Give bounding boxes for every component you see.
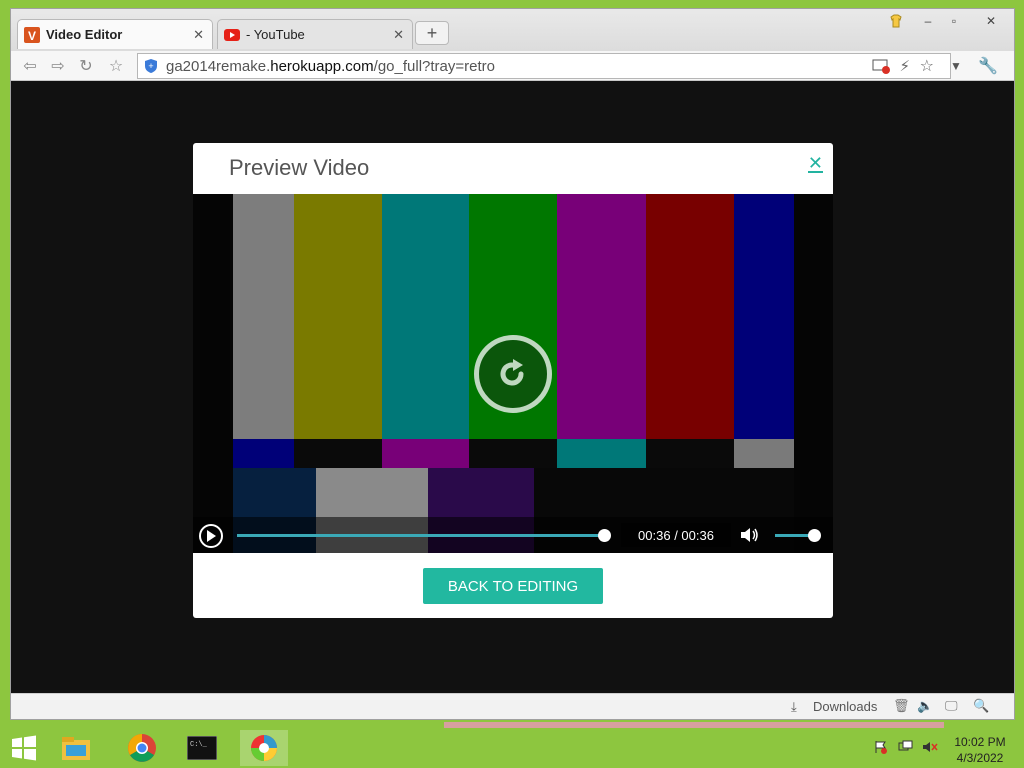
reload-icon[interactable]: ↻ [75,55,97,77]
trash-icon[interactable]: 🗑 [893,698,910,714]
popup-blocked-icon[interactable] [872,58,890,78]
page-content: Preview Video ✕ 00:36 / 00:36 BACK TO ED… [11,81,1014,693]
color-bar [382,439,469,468]
network-icon[interactable] [898,740,914,757]
color-bar [557,439,646,468]
color-bar [382,194,469,439]
flash-icon[interactable]: ⚡ [899,57,910,75]
wrench-icon[interactable]: 🔧 [977,55,999,77]
preview-modal: Preview Video ✕ 00:36 / 00:36 BACK TO ED… [193,143,833,618]
color-bar [469,439,557,468]
chrome-icon[interactable] [118,730,166,766]
url-prefix: ga2014remake. [166,57,271,75]
back-to-editing-button[interactable]: BACK TO EDITING [423,568,603,604]
minimize-button[interactable]: – [917,11,939,31]
terminal-icon[interactable]: C:\_ [178,730,226,766]
screen-icon[interactable]: 🖵 [945,698,958,714]
close-tab-icon[interactable]: ✕ [393,27,404,43]
volume-handle[interactable] [808,529,821,542]
tab-strip: V Video Editor ✕ - YouTube ✕ + – ▫ ✕ [11,9,1014,51]
color-bar [646,194,734,439]
progress-handle[interactable] [598,529,611,542]
video-controls: 00:36 / 00:36 [193,517,833,553]
play-button[interactable] [199,524,223,548]
color-bar [646,439,734,468]
color-bar [294,439,382,468]
clock-date: 4/3/2022 [956,751,1004,765]
color-bar [557,194,646,439]
browser-window: V Video Editor ✕ - YouTube ✕ + – ▫ ✕ ⇦ ⇨… [10,8,1015,720]
start-button[interactable] [0,730,48,766]
color-bar [294,194,382,439]
time-display: 00:36 / 00:36 [621,523,731,547]
restore-button[interactable]: ▫ [943,11,965,31]
modal-title: Preview Video [229,155,370,180]
volume-icon[interactable] [739,526,759,549]
new-tab-button[interactable]: + [415,21,449,45]
color-bar [233,439,294,468]
close-window-button[interactable]: ✕ [977,11,1005,31]
svg-text:C:\_: C:\_ [190,741,208,749]
tab-video-editor[interactable]: V Video Editor ✕ [17,19,213,49]
url-host: herokuapp.com [270,57,374,75]
file-explorer-icon[interactable] [52,730,100,766]
svg-text:V: V [28,29,36,43]
clock-time: 10:02 PM [954,735,1006,749]
windows-icon [12,735,36,761]
url-path: /go_full?tray=retro [373,57,495,75]
video-editor-icon: V [24,26,40,43]
color-bar [734,439,794,468]
progress-track[interactable] [237,534,605,537]
toolbar: ⇦ ⇨ ↻ ☆ + ga2014remake. herokuapp.com/go_… [11,51,1014,81]
tab-youtube[interactable]: - YouTube ✕ [217,19,413,49]
video-player[interactable]: 00:36 / 00:36 [193,194,833,553]
bookmark-star-icon[interactable]: ☆ [105,55,127,77]
replay-button[interactable] [474,335,552,413]
speaker-icon[interactable]: 🔈 [917,698,933,714]
address-bar[interactable]: + ga2014remake. herokuapp.com/go_full?tra… [137,53,951,79]
action-center-flag-icon[interactable] [874,740,888,757]
shield-icon: + [144,58,158,74]
tab-label: Video Editor [46,27,123,42]
customize-icon[interactable] [883,11,909,31]
video-app-icon[interactable] [240,730,288,766]
downloads-icon[interactable]: ⤓ [791,699,797,715]
back-arrow-icon[interactable]: ⇦ [19,55,41,77]
dropdown-arrow-icon[interactable]: ▼ [945,55,967,77]
color-bar [233,194,294,439]
forward-arrow-icon[interactable]: ⇨ [47,55,69,77]
downloads-link[interactable]: Downloads [813,699,877,714]
svg-text:+: + [148,61,153,71]
status-bar: ⤓ Downloads 🗑 🔈 🖵 🔍 [11,693,1014,719]
bookmark-star-icon[interactable]: ☆ [920,56,934,76]
zoom-icon[interactable]: 🔍 [973,698,989,714]
volume-muted-icon[interactable] [922,740,938,757]
youtube-icon [224,27,240,43]
taskbar: C:\_ [0,728,1024,768]
play-icon [207,530,216,542]
color-bar [734,194,794,439]
tab-label: - YouTube [246,27,305,42]
system-clock[interactable]: 10:02 PM 4/3/2022 [948,734,1012,766]
close-icon[interactable]: ✕ [807,154,823,173]
close-tab-icon[interactable]: ✕ [193,27,204,43]
replay-icon [500,359,524,386]
